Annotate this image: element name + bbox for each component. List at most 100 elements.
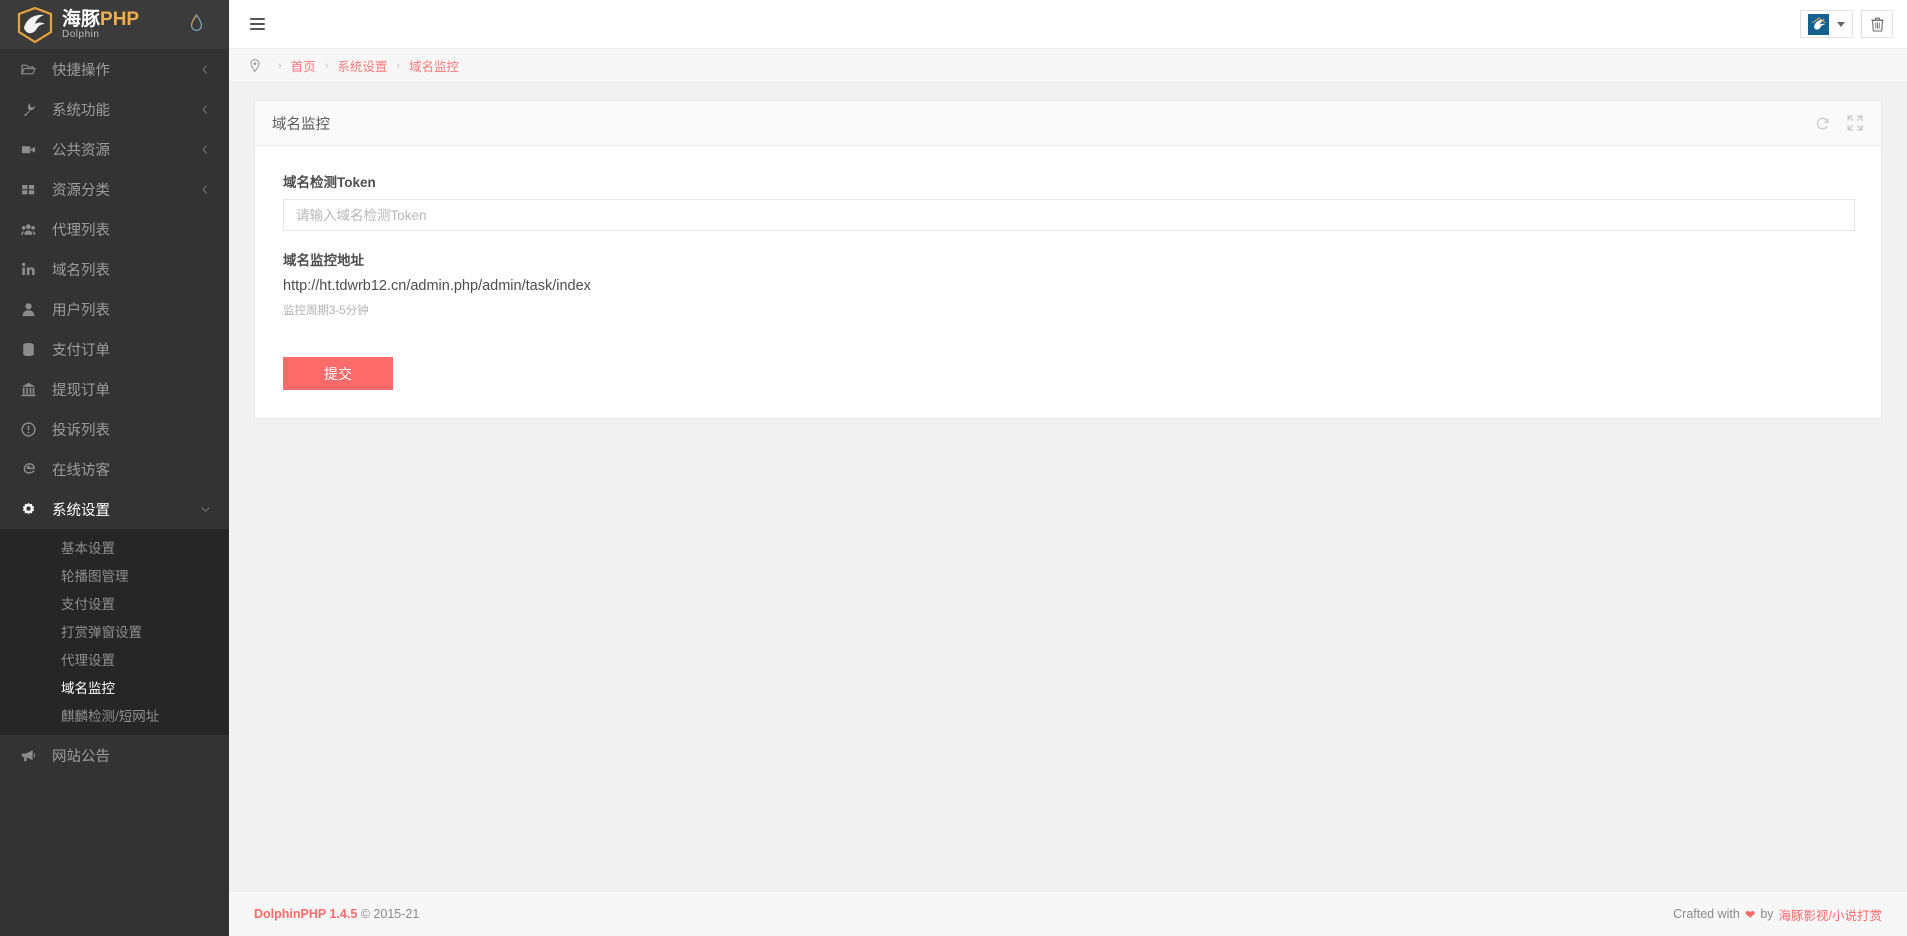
sidebar-item-0[interactable]: 快捷操作 [0,49,229,89]
topbar [229,0,1907,49]
main-region: › 首页 › 系统设置 › 域名监控 域名监控 域名检测Token 请输入域名检… [229,0,1907,936]
brand-text: 海豚PHP Dolphin [62,10,139,40]
crafted-with-label: Crafted with [1673,907,1740,921]
dolphin-avatar-icon [1808,13,1829,35]
token-label: 域名检测Token [283,175,376,190]
user-menu-button[interactable] [1800,10,1853,38]
footer-author[interactable]: 海豚影视/小说打赏 [1779,905,1882,924]
sidebar-subitem-label: 打赏弹窗设置 [61,625,142,640]
chevron-down-icon [199,504,211,515]
sidebar-subitem-6[interactable]: 麒麟检测/短网址 [0,701,229,729]
sidebar-item-1[interactable]: 系统功能 [0,89,229,129]
sidebar-item-7[interactable]: 支付订单 [0,329,229,369]
content-area: 域名监控 域名检测Token 请输入域名检测Token 域名监控地址 http:… [229,83,1907,891]
sidebar-subitem-label: 麒麟检测/短网址 [61,709,160,724]
breadcrumb: › 首页 › 系统设置 › 域名监控 [229,49,1907,83]
sidebar-item-label: 用户列表 [52,302,110,319]
chevron-left-icon [199,104,211,115]
breadcrumb-separator-2: › [396,59,401,72]
sidebar-item-2[interactable]: 公共资源 [0,129,229,169]
refresh-icon[interactable] [1815,116,1830,131]
footer-copyright: © 2015-21 [360,907,420,921]
sidebar-item-bottom-label: 网站公告 [52,748,110,765]
expand-icon[interactable] [1847,115,1863,131]
url-form-group: 域名监控地址 http://ht.tdwrb12.cn/admin.php/ad… [283,249,1855,318]
sidebar-item-bottom-0[interactable]: 网站公告 [0,735,229,775]
monitor-url-value: http://ht.tdwrb12.cn/admin.php/admin/tas… [283,278,591,294]
exclamation-circle-icon [21,421,43,437]
submit-button[interactable]: 提交 [283,357,393,390]
sidebar-item-label: 快捷操作 [52,62,110,79]
trash-icon[interactable] [1861,10,1893,38]
sidebar-subitem-4[interactable]: 代理设置 [0,645,229,673]
topbar-actions [1800,10,1893,38]
sidebar-menu-bottom: 网站公告 [0,735,229,775]
breadcrumb-separator-1: › [324,59,329,72]
sidebar-item-label: 资源分类 [52,182,110,199]
heart-icon: ❤ [1744,907,1756,922]
edge-browser-icon [21,462,43,477]
sidebar-item-label: 支付订单 [52,342,110,359]
footer-left: DolphinPHP 1.4.5 © 2015-21 [254,907,419,921]
breadcrumb-item-domain-monitor[interactable]: 域名监控 [409,56,459,75]
sidebar-subitem-2[interactable]: 支付设置 [0,589,229,617]
sidebar-menu: 快捷操作系统功能公共资源资源分类代理列表域名列表用户列表支付订单提现订单投诉列表… [0,49,229,529]
grid-icon [21,182,43,197]
sidebar-subitem-0[interactable]: 基本设置 [0,533,229,561]
domain-monitor-card: 域名监控 域名检测Token 请输入域名检测Token 域名监控地址 http:… [254,100,1882,419]
database-icon [21,342,43,357]
sidebar-subitem-1[interactable]: 轮播图管理 [0,561,229,589]
breadcrumb-item-home[interactable]: 首页 [291,56,316,75]
sidebar-item-label: 公共资源 [52,142,110,159]
sidebar: 海豚PHP Dolphin 快捷操作系统功能公共资源资源分类代理列表域名列表用户… [0,0,229,936]
map-marker-icon [250,59,260,72]
sidebar-item-label: 代理列表 [52,222,110,239]
monitor-help-text: 监控周期3-5分钟 [283,305,369,317]
card-tools [1815,115,1863,131]
chevron-left-icon [199,184,211,195]
breadcrumb-separator-0: › [278,59,282,72]
sidebar-item-label: 在线访客 [52,462,110,479]
sidebar-subitem-label: 基本设置 [61,541,115,556]
sidebar-item-label: 系统功能 [52,102,110,119]
footer-right: Crafted with ❤ by 海豚影视/小说打赏 [1673,905,1882,924]
sidebar-item-9[interactable]: 投诉列表 [0,409,229,449]
card-header: 域名监控 [255,101,1881,146]
brand-name-cn: 海豚 [62,8,101,30]
sidebar-item-11[interactable]: 系统设置 [0,489,229,529]
brand-subtitle: Dolphin [62,28,100,40]
card-body: 域名检测Token 域名监控地址 http://ht.tdwrb12.cn/ad… [255,146,1881,418]
sidebar-item-label: 提现订单 [52,382,110,399]
sidebar-subitem-3[interactable]: 打赏弹窗设置 [0,617,229,645]
brand-name-php: PHP [100,8,140,30]
sidebar-submenu: 基本设置轮播图管理支付设置打赏弹窗设置 代理设置域名监控麒麟检测/短网址 [0,529,229,735]
chevron-left-icon [199,144,211,155]
bank-icon [21,382,43,397]
hamburger-icon[interactable] [247,13,268,35]
token-form-group: 域名检测Token [283,171,1855,231]
sidebar-subitem-label: 支付设置 [61,597,115,612]
brand-header[interactable]: 海豚PHP Dolphin [0,0,229,49]
sidebar-nav: 快捷操作系统功能公共资源资源分类代理列表域名列表用户列表支付订单提现订单投诉列表… [0,49,229,775]
sidebar-item-label: 系统设置 [52,502,110,519]
sidebar-item-3[interactable]: 资源分类 [0,169,229,209]
sidebar-item-4[interactable]: 代理列表 [0,209,229,249]
sidebar-item-label: 投诉列表 [52,422,110,439]
sidebar-item-6[interactable]: 用户列表 [0,289,229,329]
crafted-by-label: by [1760,907,1774,921]
sidebar-subitem-label: 轮播图管理 [61,569,129,584]
sidebar-item-label: 域名列表 [52,262,110,279]
sidebar-item-5[interactable]: 域名列表 [0,249,229,289]
water-drop-icon [190,13,203,36]
sidebar-item-10[interactable]: 在线访客 [0,449,229,489]
chevron-left-icon [199,64,211,75]
sidebar-subitem-label: 代理设置 [61,653,115,668]
sidebar-subitem-5[interactable]: 域名监控 [0,673,229,701]
wrench-icon [21,102,43,117]
dolphin-logo-icon [14,6,56,44]
sidebar-item-8[interactable]: 提现订单 [0,369,229,409]
user-icon [21,302,43,317]
breadcrumb-item-system-settings[interactable]: 系统设置 [337,56,387,75]
page-title: 域名监控 [272,116,330,133]
token-input[interactable] [283,199,1855,231]
